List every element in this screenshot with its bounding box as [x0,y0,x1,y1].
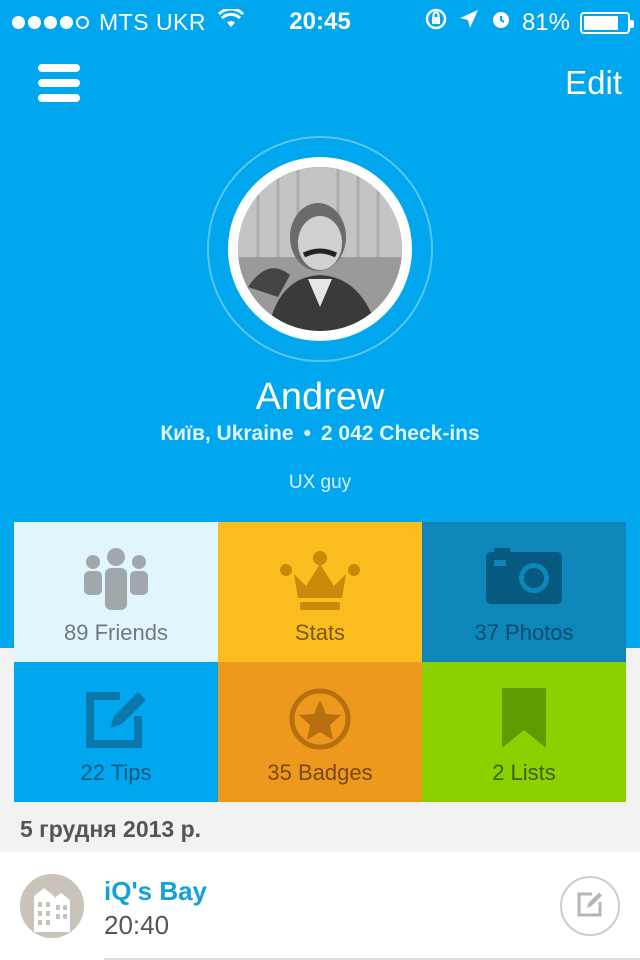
camera-icon [422,548,626,604]
tile-label: 37 Photos [474,620,574,645]
edit-icon [576,890,604,923]
status-bar: MTS UKR 20:45 81% [0,0,640,40]
tile-stats[interactable]: Stats [218,522,422,662]
building-icon [20,874,84,938]
alarm-icon [490,8,512,37]
tile-label: 22 Tips [80,760,152,785]
battery-fill [584,15,619,30]
avatar[interactable] [228,157,412,341]
location-arrow-icon [458,8,480,37]
tile-badges[interactable]: 35 Badges [218,662,422,802]
date-label: 5 грудня 2013 р. [20,816,202,842]
profile-meta: Київ, Ukraine • 2 042 Check-ins [0,422,640,446]
tile-friends[interactable]: 89 Friends [14,522,218,662]
friends-icon [14,548,218,610]
menu-hamburger-icon[interactable] [38,64,80,104]
checkins-count[interactable]: 2 042 Check-ins [321,422,480,445]
status-right: 81% [424,7,634,38]
edit-button[interactable]: Edit [565,64,622,102]
star-badge-icon [218,688,422,750]
tile-photos[interactable]: 37 Photos [422,522,626,662]
tile-lists[interactable]: 2 Lists [422,662,626,802]
tile-label: 89 Friends [64,620,168,645]
edit-icon [14,688,218,750]
battery-percent: 81% [521,8,570,36]
checkin-time: 20:40 [104,910,170,940]
tile-label: 35 Badges [267,760,373,785]
crown-icon [218,548,422,610]
bookmark-icon [422,688,626,750]
add-comment-button[interactable] [560,876,620,936]
battery-icon [580,11,634,34]
list-item[interactable]: iQ's Bay 20:40 [0,852,640,960]
tile-label: Stats [294,620,346,645]
profile-bio: UX guy [288,472,352,493]
orientation-lock-icon [424,7,448,38]
venue-name[interactable]: iQ's Bay [104,876,207,907]
stats-grid: 89 Friends Stats 37 Photos 22 Tips 35 Ba… [14,522,626,802]
tile-label: 2 Lists [492,760,556,785]
feed-date-header: 5 грудня 2013 р. [0,802,640,852]
tile-tips[interactable]: 22 Tips [14,662,218,802]
profile-name: Andrew [255,376,385,418]
meta-separator: • [303,422,311,445]
profile-location[interactable]: Київ, Ukraine [160,422,293,445]
avatar-photo [238,167,402,331]
